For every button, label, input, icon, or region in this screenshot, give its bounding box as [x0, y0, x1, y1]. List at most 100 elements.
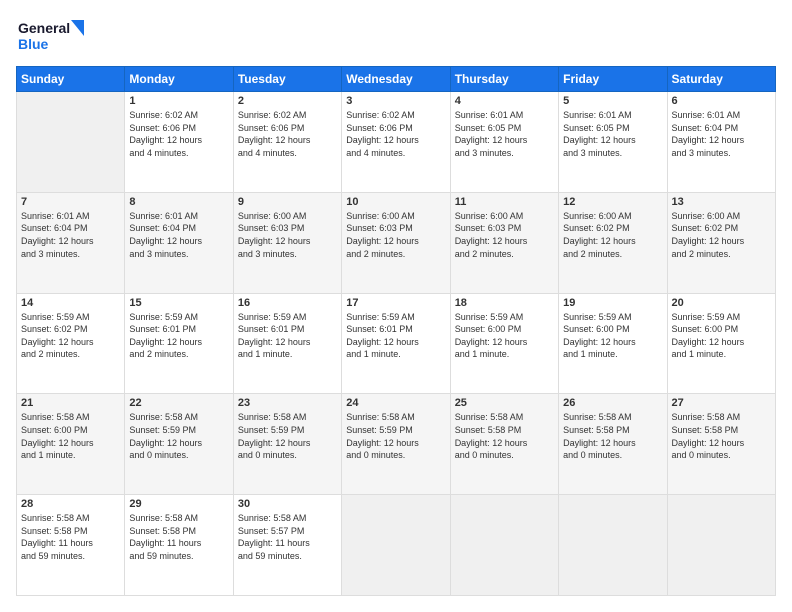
- calendar-cell: 9 Sunrise: 6:00 AM Sunset: 6:03 PM Daylig…: [233, 192, 341, 293]
- day-header-wednesday: Wednesday: [342, 67, 450, 92]
- calendar-cell: [667, 495, 775, 596]
- day-number: 24: [346, 397, 445, 409]
- cell-info: Sunrise: 5:59 AM Sunset: 6:02 PM Dayligh…: [21, 311, 120, 361]
- calendar-cell: [17, 92, 125, 193]
- day-number: 28: [21, 498, 120, 510]
- day-number: 3: [346, 95, 445, 107]
- calendar-cell: 17 Sunrise: 5:59 AM Sunset: 6:01 PM Dayli…: [342, 293, 450, 394]
- calendar-cell: 2Sunrise: 6:02 AM Sunset: 6:06 PM Daylig…: [233, 92, 341, 193]
- calendar-cell: 29 Sunrise: 5:58 AM Sunset: 5:58 PM Dayli…: [125, 495, 233, 596]
- calendar-cell: 13Sunrise: 6:00 AM Sunset: 6:02 PM Dayli…: [667, 192, 775, 293]
- calendar-cell: 22 Sunrise: 5:58 AM Sunset: 5:59 PM Dayli…: [125, 394, 233, 495]
- day-number: 11: [455, 196, 554, 208]
- day-number: 1: [129, 95, 228, 107]
- day-number: 7: [21, 196, 120, 208]
- day-number: 19: [563, 297, 662, 309]
- day-number: 13: [672, 196, 771, 208]
- calendar-cell: 27Sunrise: 5:58 AM Sunset: 5:58 PM Dayli…: [667, 394, 775, 495]
- calendar-cell: 12 Sunrise: 6:00 AM Sunset: 6:02 PM Dayli…: [559, 192, 667, 293]
- day-number: 30: [238, 498, 337, 510]
- day-number: 14: [21, 297, 120, 309]
- cell-info: Sunrise: 5:58 AM Sunset: 5:58 PM Dayligh…: [129, 512, 228, 562]
- cell-info: Sunrise: 6:02 AM Sunset: 6:06 PM Dayligh…: [238, 109, 337, 159]
- calendar-cell: [559, 495, 667, 596]
- calendar-table: SundayMondayTuesdayWednesdayThursdayFrid…: [16, 66, 776, 596]
- calendar-cell: 7 Sunrise: 6:01 AM Sunset: 6:04 PM Daylig…: [17, 192, 125, 293]
- cell-info: Sunrise: 6:01 AM Sunset: 6:04 PM Dayligh…: [21, 210, 120, 260]
- day-number: 12: [563, 196, 662, 208]
- cell-info: Sunrise: 6:01 AM Sunset: 6:05 PM Dayligh…: [455, 109, 554, 159]
- cell-info: Sunrise: 5:58 AM Sunset: 5:59 PM Dayligh…: [129, 411, 228, 461]
- calendar-week-4: 21 Sunrise: 5:58 AM Sunset: 6:00 PM Dayli…: [17, 394, 776, 495]
- logo: GeneralBlue: [16, 16, 96, 56]
- day-number: 16: [238, 297, 337, 309]
- svg-text:General: General: [18, 20, 70, 36]
- cell-info: Sunrise: 5:59 AM Sunset: 6:00 PM Dayligh…: [672, 311, 771, 361]
- calendar-cell: 6 Sunrise: 6:01 AM Sunset: 6:04 PM Daylig…: [667, 92, 775, 193]
- day-number: 26: [563, 397, 662, 409]
- calendar-cell: 18 Sunrise: 5:59 AM Sunset: 6:00 PM Dayli…: [450, 293, 558, 394]
- cell-info: Sunrise: 5:58 AM Sunset: 5:58 PM Dayligh…: [672, 411, 771, 461]
- calendar-week-3: 14 Sunrise: 5:59 AM Sunset: 6:02 PM Dayli…: [17, 293, 776, 394]
- day-header-thursday: Thursday: [450, 67, 558, 92]
- calendar-cell: 24 Sunrise: 5:58 AM Sunset: 5:59 PM Dayli…: [342, 394, 450, 495]
- day-number: 21: [21, 397, 120, 409]
- cell-info: Sunrise: 6:01 AM Sunset: 6:04 PM Dayligh…: [672, 109, 771, 159]
- calendar-week-2: 7 Sunrise: 6:01 AM Sunset: 6:04 PM Daylig…: [17, 192, 776, 293]
- calendar-cell: 19 Sunrise: 5:59 AM Sunset: 6:00 PM Dayli…: [559, 293, 667, 394]
- day-header-tuesday: Tuesday: [233, 67, 341, 92]
- cell-info: Sunrise: 5:58 AM Sunset: 5:57 PM Dayligh…: [238, 512, 337, 562]
- day-number: 22: [129, 397, 228, 409]
- cell-info: Sunrise: 5:59 AM Sunset: 6:00 PM Dayligh…: [455, 311, 554, 361]
- calendar-cell: 11 Sunrise: 6:00 AM Sunset: 6:03 PM Dayli…: [450, 192, 558, 293]
- day-number: 20: [672, 297, 771, 309]
- cell-info: Sunrise: 5:59 AM Sunset: 6:01 PM Dayligh…: [346, 311, 445, 361]
- cell-info: Sunrise: 5:58 AM Sunset: 5:59 PM Dayligh…: [238, 411, 337, 461]
- day-number: 17: [346, 297, 445, 309]
- calendar-cell: 4 Sunrise: 6:01 AM Sunset: 6:05 PM Daylig…: [450, 92, 558, 193]
- cell-info: Sunrise: 5:59 AM Sunset: 6:01 PM Dayligh…: [129, 311, 228, 361]
- calendar-cell: 1Sunrise: 6:02 AM Sunset: 6:06 PM Daylig…: [125, 92, 233, 193]
- day-header-monday: Monday: [125, 67, 233, 92]
- calendar-cell: 28 Sunrise: 5:58 AM Sunset: 5:58 PM Dayli…: [17, 495, 125, 596]
- day-number: 29: [129, 498, 228, 510]
- calendar-cell: 21 Sunrise: 5:58 AM Sunset: 6:00 PM Dayli…: [17, 394, 125, 495]
- day-number: 25: [455, 397, 554, 409]
- cell-info: Sunrise: 5:58 AM Sunset: 5:59 PM Dayligh…: [346, 411, 445, 461]
- calendar-cell: 5 Sunrise: 6:01 AM Sunset: 6:05 PM Daylig…: [559, 92, 667, 193]
- calendar-cell: 8Sunrise: 6:01 AM Sunset: 6:04 PM Daylig…: [125, 192, 233, 293]
- cell-info: Sunrise: 5:58 AM Sunset: 6:00 PM Dayligh…: [21, 411, 120, 461]
- cell-info: Sunrise: 6:00 AM Sunset: 6:03 PM Dayligh…: [238, 210, 337, 260]
- cell-info: Sunrise: 5:58 AM Sunset: 5:58 PM Dayligh…: [21, 512, 120, 562]
- calendar-cell: 14 Sunrise: 5:59 AM Sunset: 6:02 PM Dayli…: [17, 293, 125, 394]
- cell-info: Sunrise: 6:01 AM Sunset: 6:05 PM Dayligh…: [563, 109, 662, 159]
- day-number: 5: [563, 95, 662, 107]
- day-number: 18: [455, 297, 554, 309]
- header: GeneralBlue: [16, 16, 776, 56]
- cell-info: Sunrise: 6:00 AM Sunset: 6:02 PM Dayligh…: [563, 210, 662, 260]
- day-number: 6: [672, 95, 771, 107]
- calendar-week-1: 1 Sunrise: 6:02 AM Sunset: 6:06 PM Daylig…: [17, 92, 776, 193]
- calendar-cell: 16 Sunrise: 5:59 AM Sunset: 6:01 PM Dayli…: [233, 293, 341, 394]
- calendar-cell: 30 Sunrise: 5:58 AM Sunset: 5:57 PM Dayli…: [233, 495, 341, 596]
- day-number: 9: [238, 196, 337, 208]
- calendar-cell: 26 Sunrise: 5:58 AM Sunset: 5:58 PM Dayli…: [559, 394, 667, 495]
- calendar-cell: 25Sunrise: 5:58 AM Sunset: 5:58 PM Dayli…: [450, 394, 558, 495]
- calendar-cell: 10Sunrise: 6:00 AM Sunset: 6:03 PM Dayli…: [342, 192, 450, 293]
- day-number: 23: [238, 397, 337, 409]
- cell-info: Sunrise: 5:58 AM Sunset: 5:58 PM Dayligh…: [563, 411, 662, 461]
- cell-info: Sunrise: 5:59 AM Sunset: 6:01 PM Dayligh…: [238, 311, 337, 361]
- day-header-saturday: Saturday: [667, 67, 775, 92]
- svg-text:Blue: Blue: [18, 36, 49, 52]
- cell-info: Sunrise: 5:59 AM Sunset: 6:00 PM Dayligh…: [563, 311, 662, 361]
- calendar-cell: 23 Sunrise: 5:58 AM Sunset: 5:59 PM Dayli…: [233, 394, 341, 495]
- day-number: 4: [455, 95, 554, 107]
- calendar-cell: [450, 495, 558, 596]
- day-header-friday: Friday: [559, 67, 667, 92]
- cell-info: Sunrise: 6:02 AM Sunset: 6:06 PM Dayligh…: [346, 109, 445, 159]
- cell-info: Sunrise: 6:00 AM Sunset: 6:03 PM Dayligh…: [455, 210, 554, 260]
- calendar-cell: [342, 495, 450, 596]
- calendar-header-row: SundayMondayTuesdayWednesdayThursdayFrid…: [17, 67, 776, 92]
- day-number: 10: [346, 196, 445, 208]
- calendar-cell: 15Sunrise: 5:59 AM Sunset: 6:01 PM Dayli…: [125, 293, 233, 394]
